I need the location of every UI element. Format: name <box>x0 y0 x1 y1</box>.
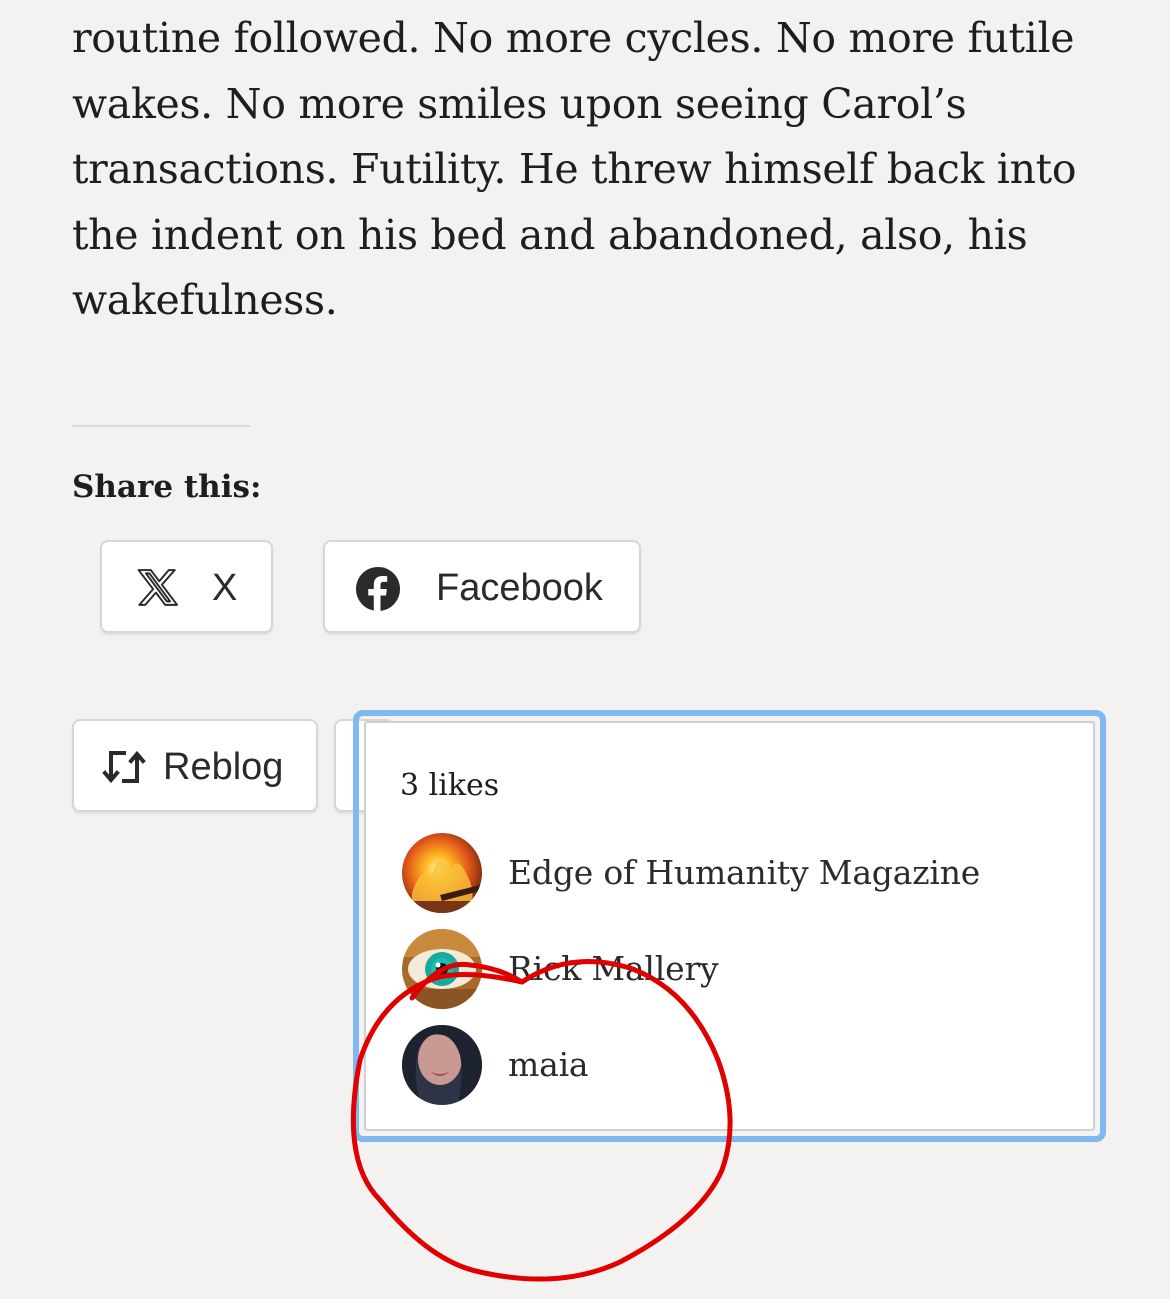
likes-popover-panel: 3 likes Edge of Humanity Magazine Rick M… <box>364 721 1095 1131</box>
share-heading: Share this: <box>72 469 262 505</box>
facebook-logo-icon <box>355 566 401 612</box>
fire-avatar <box>402 833 482 913</box>
x-logo-icon <box>137 569 179 606</box>
liker-name: Rick Mallery <box>508 949 719 988</box>
share-divider <box>72 425 250 427</box>
reblog-icon <box>102 750 146 784</box>
likes-count: 3 likes <box>400 768 500 803</box>
share-x-label: X <box>212 567 238 609</box>
share-facebook-label: Facebook <box>436 567 603 609</box>
likes-popover: 3 likes Edge of Humanity Magazine Rick M… <box>353 710 1106 1142</box>
liker-item[interactable]: Rick Mallery <box>402 929 1042 1009</box>
share-x-button[interactable]: X <box>100 540 273 633</box>
liker-item[interactable]: maia <box>402 1025 1042 1105</box>
liker-name: Edge of Humanity Magazine <box>508 853 981 892</box>
liker-item[interactable]: Edge of Humanity Magazine <box>402 833 1042 913</box>
liker-name: maia <box>508 1045 589 1084</box>
reblog-button[interactable]: Reblog <box>72 719 318 812</box>
article-paragraph: routine followed. No more cycles. No mor… <box>72 14 1077 324</box>
portrait-avatar <box>402 1025 482 1105</box>
reblog-label: Reblog <box>163 746 284 788</box>
share-facebook-button[interactable]: Facebook <box>323 540 641 633</box>
eye-avatar <box>402 929 482 1009</box>
